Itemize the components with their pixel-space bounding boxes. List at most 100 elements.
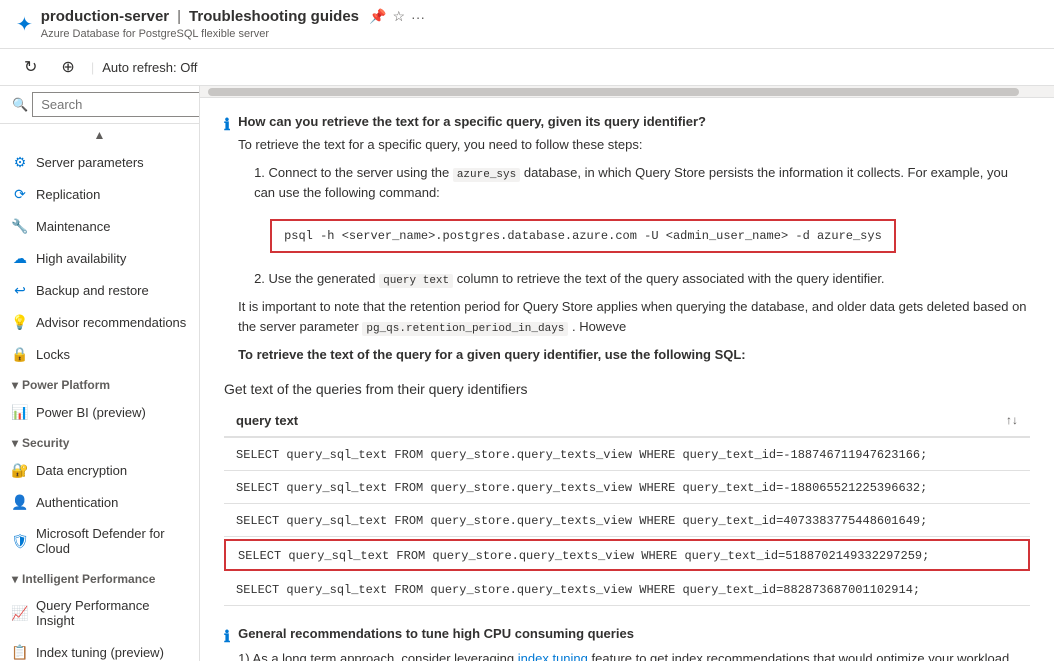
scroll-up-icon: ▲ — [94, 128, 106, 142]
table-row: SELECT query_sql_text FROM query_store.q… — [224, 504, 1030, 537]
sidebar-item-maintenance[interactable]: 🔧 Maintenance — [0, 210, 199, 242]
section-power-platform[interactable]: ▾ Power Platform — [0, 370, 199, 396]
sidebar-item-data-encryption[interactable]: 🔐 Data encryption — [0, 454, 199, 486]
table-header: query text ↑↓ — [224, 405, 1030, 438]
sidebar-label: Power BI (preview) — [36, 405, 146, 420]
diagnose-icon: ⊕ — [61, 57, 74, 77]
recommendations-box: ℹ General recommendations to tune high C… — [224, 626, 1030, 661]
step-1: 1. Connect to the server using the azure… — [254, 163, 1030, 203]
table-title: Get text of the queries from their query… — [224, 381, 1030, 397]
row-value: SELECT query_sql_text FROM query_store.q… — [238, 549, 929, 563]
sidebar-item-index-tuning[interactable]: 📋 Index tuning (preview) — [0, 636, 199, 661]
section-label: Power Platform — [22, 378, 110, 392]
main-content: ℹ How can you retrieve the text for a sp… — [200, 86, 1054, 661]
row-value: SELECT query_sql_text FROM query_store.q… — [236, 448, 927, 462]
info-question: How can you retrieve the text for a spec… — [238, 114, 1030, 129]
note-param: pg_qs.retention_period_in_days — [362, 322, 568, 336]
sidebar-item-ms-defender[interactable]: 🛡 Microsoft Defender for Cloud — [0, 518, 199, 564]
step1-prefix: 1. Connect to the server using the — [254, 165, 453, 180]
section-security[interactable]: ▾ Security — [0, 428, 199, 454]
row-value: SELECT query_sql_text FROM query_store.q… — [236, 583, 920, 597]
advisor-icon: 💡 — [12, 314, 28, 330]
search-box: 🔍 ✕ « — [0, 86, 199, 124]
server-name: production-server — [41, 8, 169, 25]
sidebar-item-high-availability[interactable]: ☁ High availability — [0, 242, 199, 274]
layout: 🔍 ✕ « ▲ ⚙ Server parameters ⟳ Replicatio… — [0, 86, 1054, 661]
sidebar-label: Advisor recommendations — [36, 315, 186, 330]
sidebar-item-power-bi[interactable]: 📊 Power BI (preview) — [0, 396, 199, 428]
pin-icon[interactable]: 📌 — [369, 8, 386, 25]
section-chevron-icon: ▾ — [12, 572, 18, 586]
row-value: SELECT query_sql_text FROM query_store.q… — [236, 481, 927, 495]
server-parameters-icon: ⚙ — [12, 154, 28, 170]
sidebar-item-replication[interactable]: ⟳ Replication — [0, 178, 199, 210]
table-row: SELECT query_sql_text FROM query_store.q… — [224, 471, 1030, 504]
replication-icon: ⟳ — [12, 186, 28, 202]
note-prefix: It is important to note that the retenti… — [238, 299, 1026, 334]
sidebar-label: Data encryption — [36, 463, 127, 478]
horizontal-scrollbar[interactable] — [200, 86, 1054, 98]
sort-icon[interactable]: ↑↓ — [1006, 413, 1018, 427]
step1-db: azure_sys — [453, 168, 520, 182]
section-intelligent-performance[interactable]: ▾ Intelligent Performance — [0, 564, 199, 590]
info-content: How can you retrieve the text for a spec… — [238, 114, 1030, 365]
content-area: ℹ How can you retrieve the text for a sp… — [200, 98, 1054, 661]
search-icon: 🔍 — [12, 97, 28, 113]
authentication-icon: 👤 — [12, 494, 28, 510]
section-chevron-icon: ▾ — [12, 436, 18, 450]
index-tuning-link[interactable]: index tuning — [518, 651, 588, 661]
sidebar-item-backup-restore[interactable]: ↩ Backup and restore — [0, 274, 199, 306]
row-value: SELECT query_sql_text FROM query_store.q… — [236, 514, 927, 528]
step2-prefix: 2. Use the generated — [254, 271, 379, 286]
step2-suffix: column to retrieve the text of the query… — [457, 271, 885, 286]
sidebar-item-advisor[interactable]: 💡 Advisor recommendations — [0, 306, 199, 338]
sidebar-item-server-parameters[interactable]: ⚙ Server parameters — [0, 146, 199, 178]
sidebar-label: Microsoft Defender for Cloud — [36, 526, 187, 556]
diagnose-button[interactable]: ⊕ — [53, 53, 82, 81]
table-section: Get text of the queries from their query… — [224, 381, 1030, 606]
column-header: query text — [236, 413, 298, 428]
sidebar-label: Server parameters — [36, 155, 144, 170]
command-block: psql -h <server_name>.postgres.database.… — [254, 211, 1030, 261]
step-2: 2. Use the generated query text column t… — [254, 269, 1030, 290]
header-title-row: production-server | Troubleshooting guid… — [41, 8, 425, 25]
header: ✦ production-server | Troubleshooting gu… — [0, 0, 1054, 49]
note-suffix: . Howeve — [572, 319, 626, 334]
sidebar-scroll-up[interactable]: ▲ — [0, 124, 199, 146]
rec-content: General recommendations to tune high CPU… — [238, 626, 1030, 661]
command-text: psql -h <server_name>.postgres.database.… — [270, 219, 896, 253]
sidebar-item-authentication[interactable]: 👤 Authentication — [0, 486, 199, 518]
locks-icon: 🔒 — [12, 346, 28, 362]
rec-title: General recommendations to tune high CPU… — [238, 626, 1030, 641]
search-input[interactable] — [32, 92, 200, 117]
more-icon[interactable]: ··· — [411, 9, 425, 25]
info-box: ℹ How can you retrieve the text for a sp… — [224, 114, 1030, 365]
table-row: SELECT query_sql_text FROM query_store.q… — [224, 438, 1030, 471]
auto-refresh-label: Auto refresh: Off — [102, 60, 197, 75]
query-performance-icon: 📈 — [12, 605, 28, 621]
rec1-suffix: feature to get index recommendations tha… — [592, 651, 1013, 661]
star-icon[interactable]: ☆ — [392, 8, 405, 25]
index-tuning-icon: 📋 — [12, 644, 28, 660]
data-encryption-icon: 🔐 — [12, 462, 28, 478]
header-subtitle: Azure Database for PostgreSQL flexible s… — [41, 25, 425, 40]
sidebar-item-query-performance[interactable]: 📈 Query Performance Insight — [0, 590, 199, 636]
refresh-button[interactable]: ↻ — [16, 53, 45, 81]
backup-restore-icon: ↩ — [12, 282, 28, 298]
sidebar-item-locks[interactable]: 🔒 Locks — [0, 338, 199, 370]
table-row: SELECT query_sql_text FROM query_store.q… — [224, 573, 1030, 606]
azure-logo: ✦ — [16, 12, 33, 37]
sidebar-label: Index tuning (preview) — [36, 645, 164, 660]
maintenance-icon: 🔧 — [12, 218, 28, 234]
sidebar-label: Authentication — [36, 495, 118, 510]
sidebar-label: Query Performance Insight — [36, 598, 187, 628]
rec-info-icon: ℹ — [224, 627, 230, 661]
ms-defender-icon: 🛡 — [12, 533, 28, 549]
section-label: Security — [22, 436, 69, 450]
sidebar-label: Backup and restore — [36, 283, 149, 298]
refresh-icon: ↻ — [24, 57, 37, 77]
page-title: Troubleshooting guides — [189, 8, 359, 25]
table-row-highlighted: SELECT query_sql_text FROM query_store.q… — [224, 539, 1030, 571]
toolbar: ↻ ⊕ | Auto refresh: Off — [0, 49, 1054, 86]
sql-label: To retrieve the text of the query for a … — [238, 345, 1030, 365]
